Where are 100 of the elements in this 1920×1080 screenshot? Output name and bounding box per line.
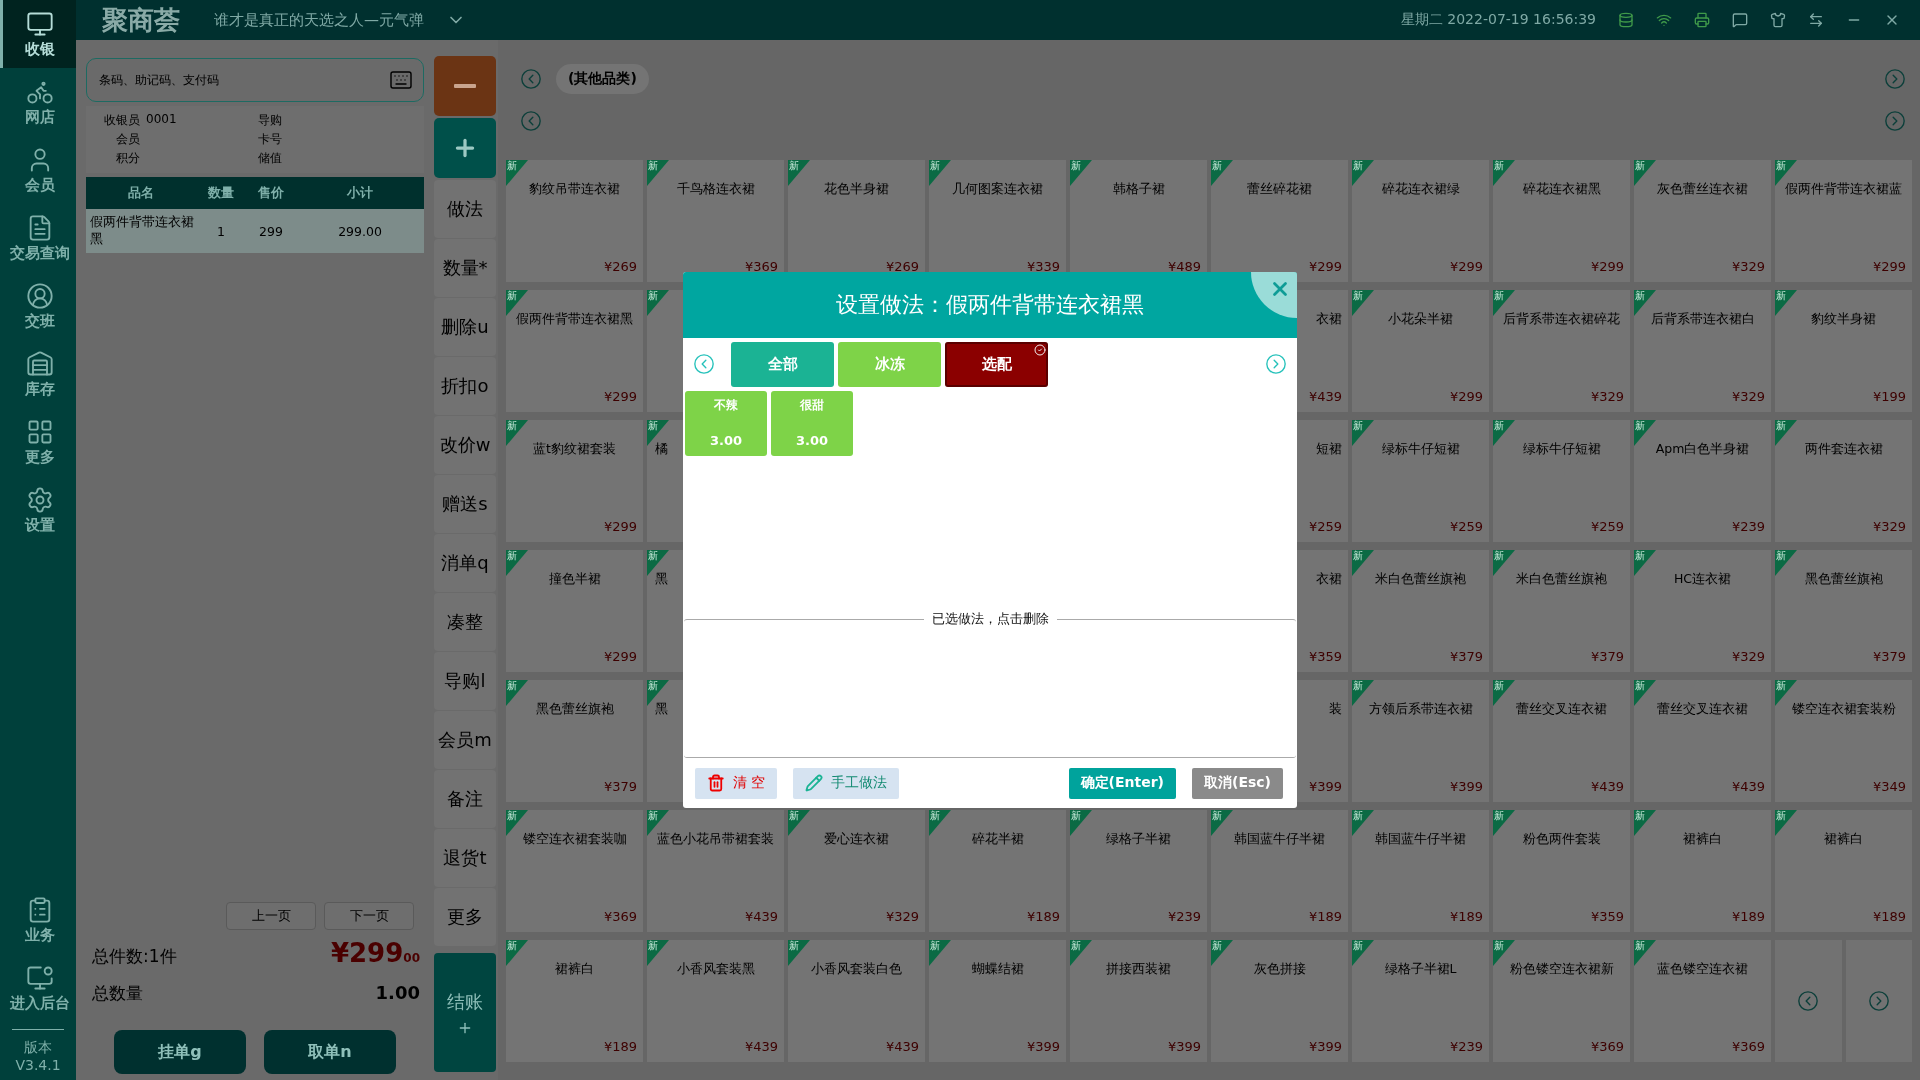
swap-icon[interactable] — [1808, 12, 1824, 28]
order-button[interactable]: 取单n — [264, 1030, 396, 1074]
product-card[interactable]: 新 豹纹半身裙 ¥199 — [1775, 290, 1912, 412]
sidebar-item[interactable]: 交易查询 — [0, 204, 76, 272]
product-card[interactable]: 新 碎花半裙 ¥189 — [929, 810, 1066, 932]
next-icon[interactable] — [1265, 353, 1287, 375]
printer-icon[interactable] — [1694, 12, 1710, 28]
product-card[interactable]: 新 韩国蓝牛仔半裙 ¥189 — [1352, 810, 1489, 932]
sidebar-item[interactable]: 收银 — [0, 0, 76, 68]
product-card[interactable]: 新 爱心连衣裙 ¥329 — [788, 810, 925, 932]
new-tag: 新 — [647, 290, 669, 316]
product-card[interactable]: 新 两件套连衣裙 ¥329 — [1775, 420, 1912, 542]
previous-icon[interactable] — [520, 110, 542, 132]
product-card[interactable]: 新 豹纹吊带连衣裙 ¥269 — [506, 160, 643, 282]
action-button[interactable]: 导购l — [434, 652, 496, 710]
pager-cell[interactable] — [1845, 940, 1912, 1062]
checkout-button[interactable]: 结账 — [434, 953, 496, 1072]
sidebar-item[interactable]: 设置 — [0, 476, 76, 544]
clear-button[interactable]: 清 空 — [695, 767, 778, 799]
product-card[interactable]: 新 米白色蕾丝旗袍 ¥379 — [1352, 550, 1489, 672]
wifi-icon[interactable] — [1656, 12, 1672, 28]
category-chip[interactable]: (其他品类) — [556, 64, 649, 94]
method-tab[interactable]: 选配 — [945, 341, 1048, 387]
product-card[interactable]: 新 镂空连衣裙套装咖 ¥369 — [506, 810, 643, 932]
pager-cell[interactable] — [1775, 940, 1842, 1062]
product-card[interactable]: 新 镂空连衣裙套装粉 ¥349 — [1775, 680, 1912, 802]
product-card[interactable]: 新 小香风套装黑 ¥439 — [647, 940, 784, 1062]
product-card[interactable]: 新 小香风套装白色 ¥439 — [788, 940, 925, 1062]
sidebar-item[interactable]: 网店 — [0, 68, 76, 136]
product-card[interactable]: 新 蝴蝶结裙 ¥399 — [929, 940, 1066, 1062]
product-card[interactable]: 新 蓝t豹纹裙套装 ¥299 — [506, 420, 643, 542]
product-card[interactable]: 新 蕾丝碎花裙 ¥299 — [1211, 160, 1348, 282]
action-button[interactable]: 赠送s — [434, 475, 496, 533]
product-card[interactable]: 新 HC连衣裙 ¥329 — [1634, 550, 1771, 672]
action-button[interactable]: 折扣o — [434, 357, 496, 415]
new-tag: 新 — [1493, 420, 1515, 446]
previous-icon[interactable] — [520, 68, 542, 90]
cancel-button[interactable]: 取消(Esc) — [1192, 767, 1283, 799]
sidebar-item[interactable]: 更多 — [0, 408, 76, 476]
action-button[interactable]: 做法 — [434, 180, 496, 238]
product-card[interactable]: 新 绿标牛仔短裙 ¥259 — [1493, 420, 1630, 542]
product-card[interactable]: 新 米白色蕾丝旗袍 ¥379 — [1493, 550, 1630, 672]
next-icon[interactable] — [1884, 68, 1906, 90]
action-button[interactable]: 备注 — [434, 770, 496, 828]
sidebar-item[interactable]: 进入后台 — [0, 954, 76, 1023]
shirt-icon[interactable] — [1770, 12, 1786, 28]
product-card[interactable]: 新 拼接西装裙 ¥399 — [1070, 940, 1207, 1062]
product-card[interactable]: 新 裙裤白 ¥189 — [1634, 810, 1771, 932]
next-icon[interactable] — [1884, 110, 1906, 132]
action-button[interactable]: 消单q — [434, 534, 496, 592]
product-card[interactable]: 新 碎花连衣裙黑 ¥299 — [1493, 160, 1630, 282]
action-button[interactable]: 更多 — [434, 888, 496, 946]
order-button[interactable]: 挂单g — [114, 1030, 246, 1074]
search-input[interactable]: 条码、助记码、支付码 — [97, 72, 389, 88]
product-card[interactable]: 新 黑色蕾丝旗袍 ¥379 — [506, 680, 643, 802]
product-card[interactable]: 新 蓝色镂空连衣裙 ¥369 — [1634, 940, 1771, 1062]
action-button[interactable]: 凑整 — [434, 593, 496, 651]
plus-button[interactable] — [434, 118, 496, 178]
product-card[interactable]: 新 绿格子半裙 ¥239 — [1070, 810, 1207, 932]
product-card[interactable]: 新 撞色半裙 ¥299 — [506, 550, 643, 672]
product-card[interactable]: 新 千鸟格连衣裙 ¥369 — [647, 160, 784, 282]
product-card[interactable]: 新 绿格子半裙L ¥239 — [1352, 940, 1489, 1062]
sidebar-item[interactable]: 业务 — [0, 886, 76, 955]
keyboard-icon[interactable] — [389, 68, 413, 92]
sidebar-item[interactable]: 库存 — [0, 340, 76, 408]
product-card[interactable]: 新 粉色两件套装 ¥359 — [1493, 810, 1630, 932]
next-icon[interactable] — [1867, 990, 1890, 1012]
product-card[interactable]: 新 小花朵半裙 ¥299 — [1352, 290, 1489, 412]
minus-button[interactable] — [434, 56, 496, 116]
product-card[interactable]: 新 蕾丝交叉连衣裙 ¥439 — [1493, 680, 1630, 802]
product-price: ¥379 — [603, 779, 637, 794]
product-card[interactable]: 新 方领后系带连衣裙 ¥399 — [1352, 680, 1489, 802]
product-card[interactable]: 新 Apm白色半身裙 ¥239 — [1634, 420, 1771, 542]
previous-icon[interactable] — [693, 353, 715, 375]
product-card[interactable]: 新 蕾丝交叉连衣裙 ¥439 — [1634, 680, 1771, 802]
message-icon[interactable] — [1732, 12, 1748, 28]
previous-icon[interactable] — [1797, 990, 1820, 1012]
product-card[interactable]: 新 蓝色小花吊带裙套装 ¥439 — [647, 810, 784, 932]
action-button[interactable]: 退货t — [434, 829, 496, 887]
product-card[interactable]: 新 裙裤白 ¥189 — [1775, 810, 1912, 932]
action-button[interactable]: 删除u — [434, 298, 496, 356]
manual-method-button[interactable]: 手工做法 — [793, 767, 900, 799]
product-card[interactable]: 新 灰色拼接 ¥399 — [1211, 940, 1348, 1062]
product-card[interactable]: 新 碎花连衣裙绿 ¥299 — [1352, 160, 1489, 282]
product-name: 花色半身裙 — [824, 180, 889, 198]
product-card[interactable]: 新 灰色蕾丝连衣裙 ¥329 — [1634, 160, 1771, 282]
product-card[interactable]: 新 粉色镂空连衣裙新 ¥369 — [1493, 940, 1630, 1062]
database-icon[interactable] — [1618, 12, 1634, 28]
sidebar-item[interactable]: 会员 — [0, 136, 76, 204]
product-card[interactable]: 新 黑色蕾丝旗袍 ¥379 — [1775, 550, 1912, 672]
table-row[interactable]: 假两件背带连衣裙黑 1 299 299.00 — [86, 209, 424, 253]
product-card[interactable]: 新 绿标牛仔短裙 ¥259 — [1352, 420, 1489, 542]
product-card[interactable]: 新 裙裤白 ¥189 — [506, 940, 643, 1062]
action-button[interactable]: 改价w — [434, 416, 496, 474]
product-card[interactable]: 新 后背系带连衣裙白 ¥329 — [1634, 290, 1771, 412]
action-button[interactable]: 会员m — [434, 711, 496, 769]
search-field[interactable]: 条码、助记码、支付码 — [86, 58, 424, 102]
action-button[interactable]: 数量* — [434, 239, 496, 297]
product-card[interactable]: 新 韩国蓝牛仔半裙 ¥189 — [1211, 810, 1348, 932]
sidebar-item[interactable]: 交班 — [0, 272, 76, 340]
